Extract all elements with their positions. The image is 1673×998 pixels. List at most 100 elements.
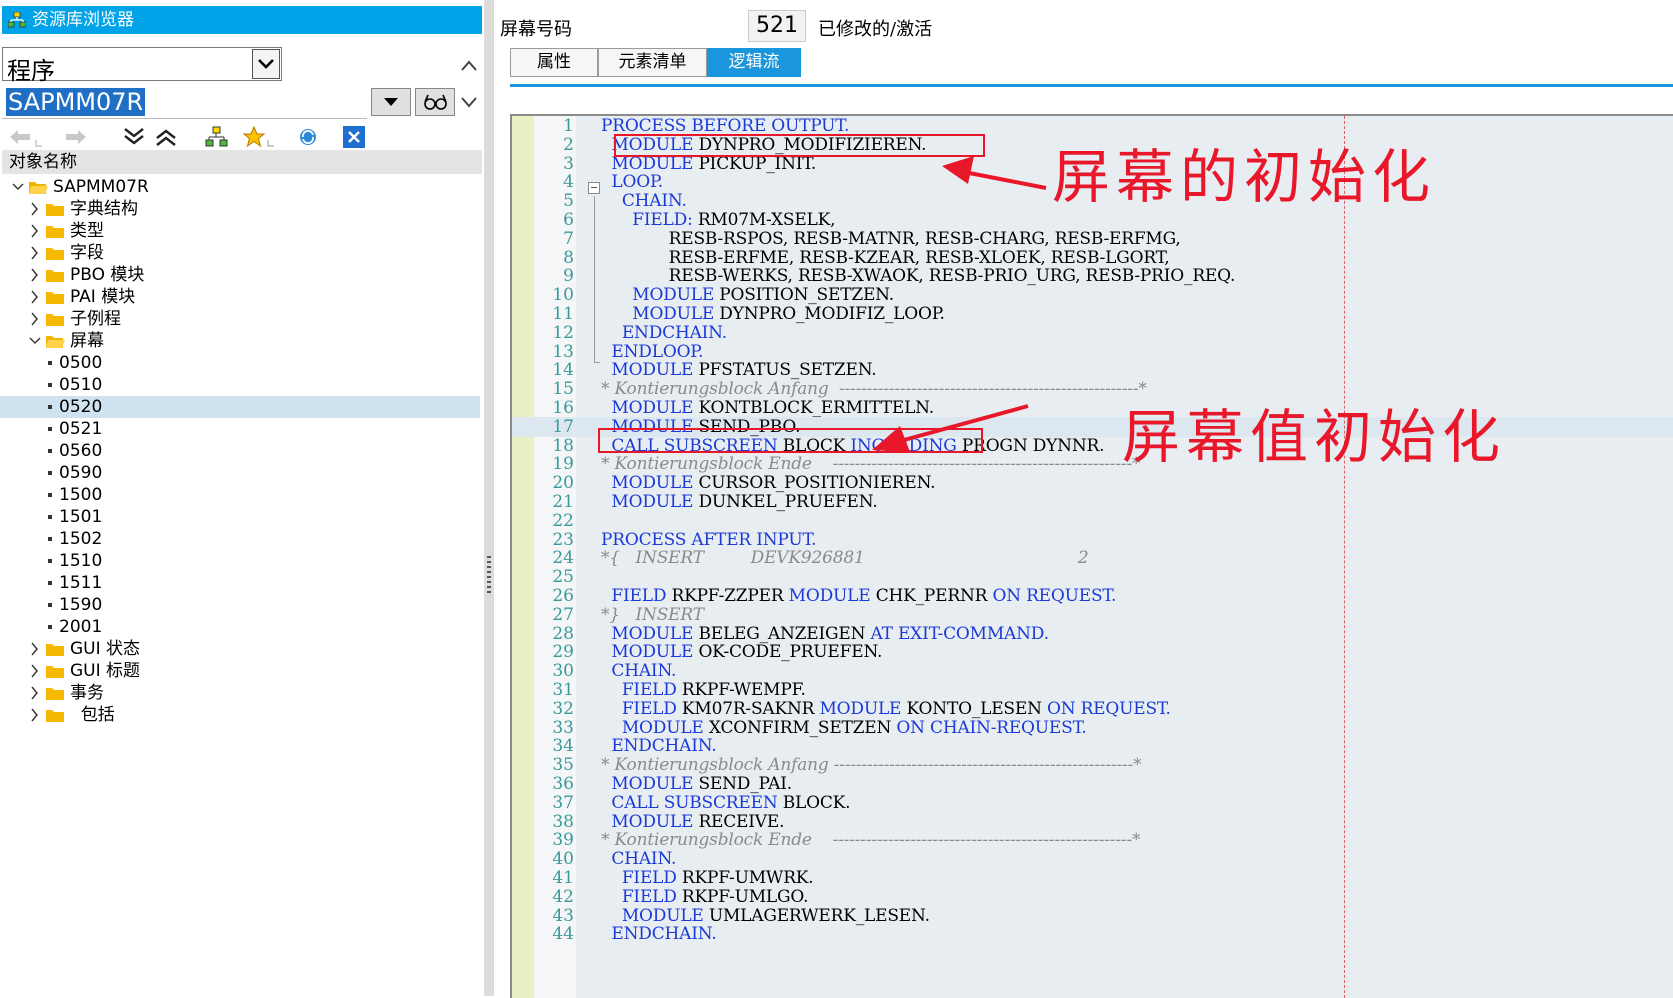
code-line[interactable]: 23 PROCESS AFTER INPUT. xyxy=(512,530,1673,550)
scroll-down-button[interactable] xyxy=(458,88,480,122)
chevron-right-icon[interactable] xyxy=(29,686,41,700)
scroll-up-button[interactable] xyxy=(458,48,480,82)
code-line[interactable]: 24 *{ INSERT DEVK926881 2 xyxy=(512,548,1673,568)
tree-folder[interactable]: 子例程 xyxy=(0,308,480,330)
code-line[interactable]: 27 *} INSERT xyxy=(512,605,1673,625)
code-line[interactable]: 41 FIELD RKPF-UMWRK. xyxy=(512,868,1673,888)
favorites-button[interactable] xyxy=(238,123,274,149)
forward-button[interactable] xyxy=(52,123,86,149)
chevron-right-icon[interactable] xyxy=(29,312,41,326)
tree-folder[interactable]: 包括 xyxy=(0,704,480,726)
code-line[interactable]: 29 MODULE OK-CODE_PRUEFEN. xyxy=(512,642,1673,662)
code-line[interactable]: 36 MODULE SEND_PAI. xyxy=(512,774,1673,794)
chevron-right-icon[interactable] xyxy=(29,224,41,238)
display-object-button[interactable] xyxy=(415,88,455,116)
code-line[interactable]: 26 FIELD RKPF-ZZPER MODULE CHK_PERNR ON … xyxy=(512,586,1673,606)
tree-folder[interactable]: 事务 xyxy=(0,682,480,704)
tree-node-label: 字段 xyxy=(70,243,104,263)
code-line[interactable]: 43 MODULE UMLAGERWERK_LESEN. xyxy=(512,906,1673,926)
code-line[interactable]: 21 MODULE DUNKEL_PRUEFEN. xyxy=(512,492,1673,512)
code-line[interactable]: 22 xyxy=(512,511,1673,531)
code-line[interactable]: 25 xyxy=(512,567,1673,587)
chevron-right-icon[interactable] xyxy=(29,268,41,282)
tree-folder[interactable]: GUI 状态 xyxy=(0,638,480,660)
tree-leaf-screen[interactable]: 0510 xyxy=(0,374,480,396)
code-line[interactable]: 14 MODULE PFSTATUS_SETZEN. xyxy=(512,360,1673,380)
object-name-history-button[interactable] xyxy=(371,88,411,116)
chevron-down-icon[interactable] xyxy=(29,334,41,348)
code-line[interactable]: 42 FIELD RKPF-UMLGO. xyxy=(512,887,1673,907)
tree-leaf-screen[interactable]: 0500 xyxy=(0,352,480,374)
tree-leaf-bullet-icon xyxy=(48,603,52,607)
tab-flow-logic[interactable]: 逻辑流 xyxy=(707,48,801,77)
object-type-select[interactable]: 程序 xyxy=(2,47,282,85)
code-line[interactable]: 44 ENDCHAIN. xyxy=(512,924,1673,944)
screen-number-field[interactable]: 521 xyxy=(748,10,806,42)
tab-attributes[interactable]: 属性 xyxy=(510,48,598,77)
code-text: MODULE POSITION_SETZEN. xyxy=(601,285,894,305)
code-text: CALL SUBSCREEN BLOCK. xyxy=(601,793,850,813)
code-line[interactable]: 10 MODULE POSITION_SETZEN. xyxy=(512,285,1673,305)
refresh-button[interactable] xyxy=(292,123,324,149)
hierarchy-button[interactable] xyxy=(200,123,232,149)
close-browser-button[interactable] xyxy=(338,123,370,149)
tree-folder[interactable]: 屏幕 xyxy=(0,330,480,352)
code-line[interactable]: 8 RESB-ERFME, RESB-KZEAR, RESB-XLOEK, RE… xyxy=(512,248,1673,268)
code-line[interactable]: 30 CHAIN. xyxy=(512,661,1673,681)
expand-all-button[interactable] xyxy=(149,123,181,149)
chevron-right-icon[interactable] xyxy=(29,290,41,304)
tree-leaf-screen[interactable]: 1590 xyxy=(0,594,480,616)
code-line[interactable]: 34 ENDCHAIN. xyxy=(512,736,1673,756)
code-line[interactable]: 40 CHAIN. xyxy=(512,849,1673,869)
code-line[interactable]: 7 RESB-RSPOS, RESB-MATNR, RESB-CHARG, RE… xyxy=(512,229,1673,249)
code-line[interactable]: 11 MODULE DYNPRO_MODIFIZ_LOOP. xyxy=(512,304,1673,324)
chevron-down-icon[interactable] xyxy=(12,180,24,194)
tree-folder[interactable]: 字典结构 xyxy=(0,198,480,220)
object-name-input[interactable]: SAPMM07R xyxy=(2,86,367,119)
flow-logic-editor[interactable]: 1 PROCESS BEFORE OUTPUT. 2 MODULE DYNPRO_M… xyxy=(510,114,1673,998)
tree-folder[interactable]: 字段 xyxy=(0,242,480,264)
code-line[interactable]: 38 MODULE RECEIVE. xyxy=(512,812,1673,832)
panel-splitter[interactable] xyxy=(484,0,494,996)
tree-leaf-screen[interactable]: 1510 xyxy=(0,550,480,572)
tree-leaf-screen[interactable]: 1501 xyxy=(0,506,480,528)
tree-folder[interactable]: GUI 标题 xyxy=(0,660,480,682)
code-line[interactable]: 37 CALL SUBSCREEN BLOCK. xyxy=(512,793,1673,813)
code-line[interactable]: 35 * Kontierungsblock Anfang ------------… xyxy=(512,755,1673,775)
tree-leaf-screen[interactable]: 2001 xyxy=(0,616,480,638)
chevron-right-icon[interactable] xyxy=(29,202,41,216)
tree-leaf-screen[interactable]: 1500 xyxy=(0,484,480,506)
code-line[interactable]: 9 RESB-WERKS, RESB-XWAOK, RESB-PRIO_URG,… xyxy=(512,266,1673,286)
chevron-right-icon[interactable] xyxy=(29,246,41,260)
code-line[interactable]: 39 * Kontierungsblock Ende --------------… xyxy=(512,830,1673,850)
tree-leaf-screen[interactable]: 0521 xyxy=(0,418,480,440)
folder-icon xyxy=(46,270,64,282)
code-keyword: MODULE xyxy=(611,398,694,418)
code-line[interactable]: 13 ENDLOOP. xyxy=(512,342,1673,362)
fold-toggle-icon[interactable] xyxy=(588,182,600,194)
code-line[interactable]: 33 MODULE XCONFIRM_SETZEN ON CHAIN-REQUE… xyxy=(512,718,1673,738)
tree-folder[interactable]: PBO 模块 xyxy=(0,264,480,286)
code-line[interactable]: 12 ENDCHAIN. xyxy=(512,323,1673,343)
code-line[interactable]: 20 MODULE CURSOR_POSITIONIEREN. xyxy=(512,473,1673,493)
tree-folder[interactable]: 类型 xyxy=(0,220,480,242)
tree-leaf-screen[interactable]: 1511 xyxy=(0,572,480,594)
code-line[interactable]: 31 FIELD RKPF-WEMPF. xyxy=(512,680,1673,700)
code-line[interactable]: 28 MODULE BELEG_ANZEIGEN AT EXIT-COMMAND… xyxy=(512,624,1673,644)
object-type-value: 程序 xyxy=(7,57,55,85)
code-line[interactable]: 32 FIELD KM07R-SAKNR MODULE KONTO_LESEN … xyxy=(512,699,1673,719)
chevron-right-icon[interactable] xyxy=(29,642,41,656)
tree-folder[interactable]: PAI 模块 xyxy=(0,286,480,308)
chevron-right-icon[interactable] xyxy=(29,708,41,722)
tree-leaf-screen[interactable]: 0520 xyxy=(0,396,480,418)
back-button[interactable] xyxy=(4,123,42,149)
tree-folder[interactable]: SAPMM07R xyxy=(0,176,480,198)
splitter-grip-icon[interactable] xyxy=(487,556,491,596)
tab-element-list[interactable]: 元素清单 xyxy=(598,48,707,77)
chevron-right-icon[interactable] xyxy=(29,664,41,678)
collapse-all-button[interactable] xyxy=(117,123,149,149)
object-type-dropdown-button[interactable] xyxy=(252,49,280,79)
tree-leaf-screen[interactable]: 0590 xyxy=(0,462,480,484)
tree-leaf-screen[interactable]: 1502 xyxy=(0,528,480,550)
tree-leaf-screen[interactable]: 0560 xyxy=(0,440,480,462)
